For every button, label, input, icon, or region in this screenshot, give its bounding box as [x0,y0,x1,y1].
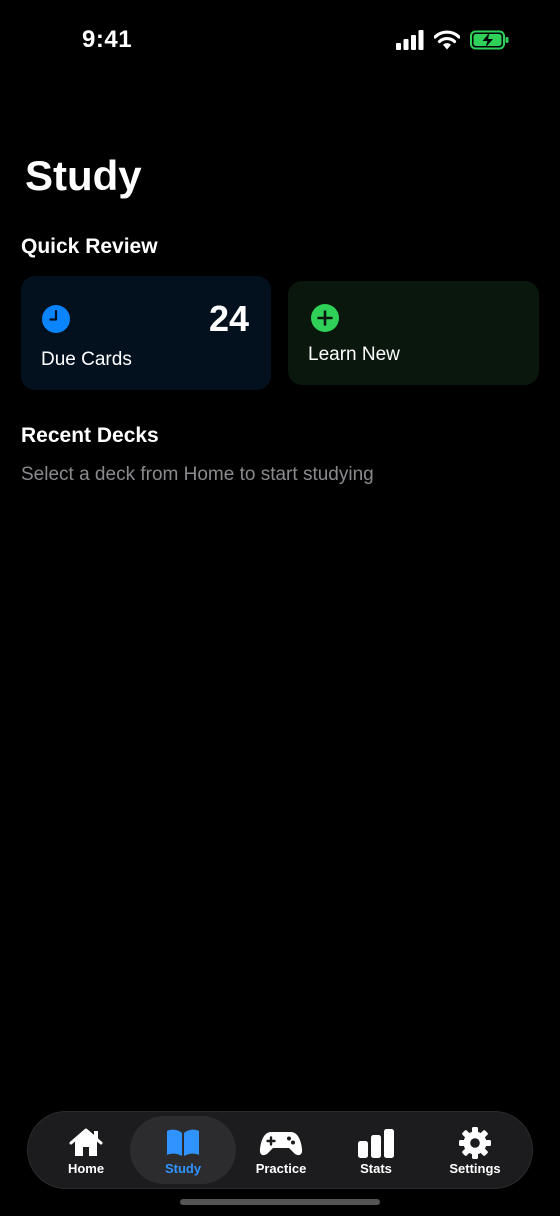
tab-practice-label: Practice [255,1161,307,1176]
page-title: Study [25,152,142,199]
due-count: 24 [208,298,249,339]
status-time: 9:41 [82,26,133,53]
status-icons [396,30,510,50]
plus-circle-icon [311,304,339,332]
recent-decks-empty-message: Select a deck from Home to start studyin… [21,464,374,485]
book-icon [167,1129,199,1156]
tab-settings-label: Settings [449,1161,501,1176]
tab-stats-label: Stats [360,1161,392,1176]
tab-stats[interactable]: Stats [330,1116,422,1184]
tab-settings[interactable]: Settings [428,1116,522,1184]
clock-icon [42,305,70,333]
battery-charging-icon [470,30,509,50]
quick-review-heading: Quick Review [21,235,158,258]
learn-new-card[interactable]: Learn New [288,281,539,385]
home-indicator[interactable] [180,1199,380,1205]
due-cards-card[interactable]: 24 Due Cards [21,276,271,390]
due-cards-label: Due Cards [41,349,132,370]
tab-study-label: Study [164,1161,202,1176]
tab-study[interactable]: Study [130,1116,236,1184]
tab-home[interactable]: Home [42,1116,130,1184]
tab-bar: Home Study Practice Stats Settings [27,1111,533,1189]
house-icon [69,1128,103,1156]
tab-practice[interactable]: Practice [234,1116,328,1184]
gamecontroller-icon [259,1132,303,1156]
wifi-icon [434,30,460,50]
learn-new-label: Learn New [308,344,400,365]
gear-icon [459,1127,491,1159]
status-bar: 9:41 [0,0,560,84]
recent-decks-heading: Recent Decks [21,424,159,447]
cellular-signal-icon [396,30,424,50]
tab-home-label: Home [67,1161,105,1176]
chart-bar-icon [358,1129,394,1158]
